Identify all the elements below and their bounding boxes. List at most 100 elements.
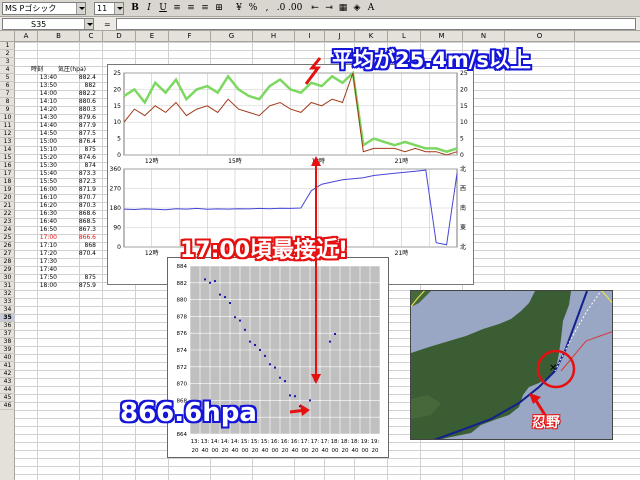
time-cell[interactable]: 16:10: [30, 194, 57, 202]
row-header-42[interactable]: 42: [0, 370, 15, 378]
column-header-I[interactable]: I: [295, 31, 325, 42]
time-cell[interactable]: 14:30: [30, 114, 57, 122]
time-cell[interactable]: 15:40: [30, 170, 57, 178]
toolbar-button-3[interactable]: ≡: [170, 2, 184, 15]
pressure-cell[interactable]: 868: [60, 242, 96, 250]
column-header-K[interactable]: K: [355, 31, 388, 42]
row-header-37[interactable]: 37: [0, 330, 15, 338]
row-header-8[interactable]: 8: [0, 98, 15, 106]
pressure-cell[interactable]: 875: [60, 274, 96, 282]
time-cell[interactable]: 15:10: [30, 146, 57, 154]
row-header-6[interactable]: 6: [0, 82, 15, 90]
font-size-select[interactable]: 11: [94, 2, 124, 15]
time-cell[interactable]: 17:40: [30, 266, 57, 274]
pressure-cell[interactable]: 868.5: [60, 218, 96, 226]
row-header-21[interactable]: 21: [0, 202, 15, 210]
time-cell[interactable]: 17:10: [30, 242, 57, 250]
toolbar-button-2[interactable]: U: [156, 2, 170, 15]
toolbar-button-7[interactable]: ¥: [232, 2, 246, 15]
pressure-cell[interactable]: [60, 258, 96, 266]
row-header-39[interactable]: 39: [0, 346, 15, 354]
time-cell[interactable]: 16:30: [30, 210, 57, 218]
pressure-cell[interactable]: 871.9: [60, 186, 96, 194]
row-header-36[interactable]: 36: [0, 322, 15, 330]
formula-input[interactable]: [116, 18, 636, 30]
toolbar-button-11[interactable]: .00: [288, 2, 302, 15]
row-header-26[interactable]: 26: [0, 242, 15, 250]
time-cell[interactable]: 17:00: [30, 234, 57, 242]
pressure-cell[interactable]: 877.9: [60, 122, 96, 130]
column-header-L[interactable]: L: [388, 31, 421, 42]
toolbar-button-16[interactable]: A: [364, 2, 378, 15]
column-header-G[interactable]: G: [211, 31, 253, 42]
time-cell[interactable]: 17:30: [30, 258, 57, 266]
column-header-B[interactable]: B: [38, 31, 80, 42]
row-header-22[interactable]: 22: [0, 210, 15, 218]
row-header-24[interactable]: 24: [0, 226, 15, 234]
row-header-4[interactable]: 4: [0, 66, 15, 74]
column-header-N[interactable]: N: [463, 31, 505, 42]
toolbar-button-13[interactable]: ⇥: [322, 2, 336, 15]
row-header-44[interactable]: 44: [0, 386, 15, 394]
row-header-33[interactable]: 33: [0, 298, 15, 306]
header-pressure[interactable]: 気圧(hpa): [58, 66, 86, 74]
time-cell[interactable]: 13:40: [30, 74, 57, 82]
row-header-38[interactable]: 38: [0, 338, 15, 346]
pressure-cell[interactable]: 868.6: [60, 210, 96, 218]
column-header-D[interactable]: D: [103, 31, 136, 42]
row-header-28[interactable]: 28: [0, 258, 15, 266]
row-header-3[interactable]: 3: [0, 58, 15, 66]
toolbar-button-1[interactable]: I: [142, 2, 156, 15]
pressure-cell[interactable]: 882.4: [60, 74, 96, 82]
row-header-45[interactable]: 45: [0, 394, 15, 402]
row-header-35[interactable]: 35: [0, 314, 15, 322]
row-header-41[interactable]: 41: [0, 362, 15, 370]
time-cell[interactable]: 14:50: [30, 130, 57, 138]
time-cell[interactable]: 14:00: [30, 90, 57, 98]
column-header-F[interactable]: F: [169, 31, 211, 42]
row-header-20[interactable]: 20: [0, 194, 15, 202]
toolbar-button-14[interactable]: ▦: [336, 2, 350, 15]
time-cell[interactable]: 17:50: [30, 274, 57, 282]
pressure-cell[interactable]: 882: [60, 82, 96, 90]
row-header-17[interactable]: 17: [0, 170, 15, 178]
toolbar-button-12[interactable]: ⇤: [308, 2, 322, 15]
time-cell[interactable]: 15:20: [30, 154, 57, 162]
row-header-10[interactable]: 10: [0, 114, 15, 122]
pressure-cell[interactable]: 875: [60, 146, 96, 154]
row-header-15[interactable]: 15: [0, 154, 15, 162]
header-time[interactable]: 時刻: [31, 66, 43, 74]
function-icon[interactable]: =: [104, 20, 111, 29]
pressure-cell[interactable]: 882.2: [60, 90, 96, 98]
row-header-43[interactable]: 43: [0, 378, 15, 386]
pressure-cell[interactable]: 875.9: [60, 282, 96, 290]
toolbar-button-10[interactable]: .0: [274, 2, 288, 15]
typhoon-map[interactable]: ✕: [410, 290, 613, 440]
row-header-23[interactable]: 23: [0, 218, 15, 226]
time-cell[interactable]: 16:40: [30, 218, 57, 226]
chevron-down-icon[interactable]: [84, 19, 93, 29]
row-header-18[interactable]: 18: [0, 178, 15, 186]
row-header-7[interactable]: 7: [0, 90, 15, 98]
toolbar-button-8[interactable]: %: [246, 2, 260, 15]
column-header-E[interactable]: E: [136, 31, 169, 42]
row-header-5[interactable]: 5: [0, 74, 15, 82]
row-header-14[interactable]: 14: [0, 146, 15, 154]
row-header-1[interactable]: 1: [0, 42, 15, 50]
pressure-cell[interactable]: 880.6: [60, 98, 96, 106]
font-name-select[interactable]: MS Pゴシック: [2, 2, 86, 15]
column-header-C[interactable]: C: [80, 31, 103, 42]
pressure-cell[interactable]: 870.4: [60, 250, 96, 258]
pressure-cell[interactable]: 866.6: [60, 234, 96, 242]
time-cell[interactable]: 14:10: [30, 98, 57, 106]
row-header-34[interactable]: 34: [0, 306, 15, 314]
row-header-46[interactable]: 46: [0, 402, 15, 410]
row-header-9[interactable]: 9: [0, 106, 15, 114]
row-header-13[interactable]: 13: [0, 138, 15, 146]
chevron-down-icon[interactable]: [76, 3, 85, 14]
toolbar-button-5[interactable]: ≡: [198, 2, 212, 15]
toolbar-button-9[interactable]: ,: [260, 2, 274, 15]
row-header-19[interactable]: 19: [0, 186, 15, 194]
column-header-A[interactable]: A: [15, 31, 38, 42]
time-cell[interactable]: 15:00: [30, 138, 57, 146]
